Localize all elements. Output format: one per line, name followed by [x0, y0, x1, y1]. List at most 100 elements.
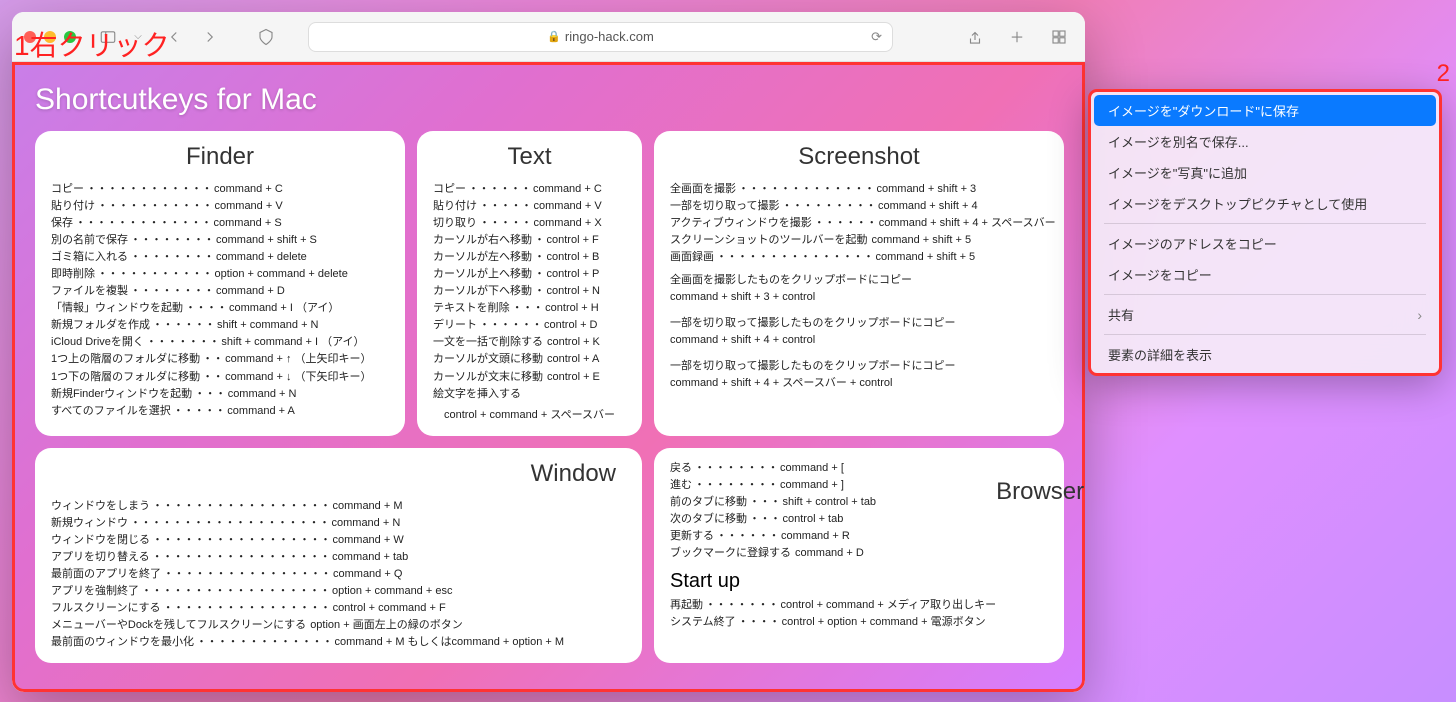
tabs-overview-icon[interactable]	[1045, 23, 1073, 51]
shortcut-row: 貼り付け・・・・・・・・・・・command + V	[51, 198, 389, 215]
shortcut-label: すべてのファイルを選択	[51, 403, 171, 420]
shortcut-row: 新規ウィンドウ・・・・・・・・・・・・・・・・・・・command + N	[51, 515, 626, 532]
menu-item-label: イメージをデスクトップピクチャとして使用	[1108, 194, 1367, 213]
new-tab-icon[interactable]	[1003, 23, 1031, 51]
shortcut-key: command + ↑ （上矢印キー）	[225, 351, 371, 368]
shortcut-key: command + D	[216, 283, 285, 300]
context-menu-item[interactable]: イメージを"ダウンロード"に保存	[1094, 95, 1436, 126]
shortcut-row: 最前面のアプリを終了・・・・・・・・・・・・・・・・command + Q	[51, 566, 626, 583]
menu-divider	[1104, 223, 1426, 224]
shortcut-label: 一部を切り取って撮影	[670, 198, 779, 215]
shortcut-key: command + W	[333, 532, 404, 549]
shortcut-row: 即時削除・・・・・・・・・・・option + command + delete	[51, 266, 389, 283]
shortcut-label: 最前面のウィンドウを最小化	[51, 634, 194, 651]
shortcut-label: 新規フォルダを作成	[51, 317, 150, 334]
shortcut-dots: ・・・・・・・・・・・・・	[736, 181, 877, 198]
page-title: Shortcutkeys for Mac	[35, 83, 1062, 117]
shortcut-dots: ・・・・・・・・・・・・・・・・・	[150, 549, 333, 566]
shortcut-key: shift + control + tab	[783, 494, 877, 511]
text-title: Text	[433, 143, 626, 171]
shortcut-key: shift + command + N	[217, 317, 319, 334]
shortcut-label: 画面録画	[670, 249, 714, 266]
shortcut-row: アプリを強制終了・・・・・・・・・・・・・・・・・・option + comma…	[51, 583, 626, 600]
shortcut-label: システム終了	[670, 614, 736, 631]
shortcut-label: カーソルが右へ移動	[433, 232, 532, 249]
browser-startup-card: 戻る・・・・・・・・command + [進む・・・・・・・・command +…	[654, 448, 1064, 663]
shortcut-key: control + command + メディア取り出しキー	[781, 597, 997, 614]
shortcut-key: control + D	[544, 317, 598, 334]
shortcut-row: カーソルが文末に移動control + E	[433, 369, 626, 386]
shortcut-key: control + P	[547, 266, 600, 283]
shortcut-label: カーソルが左へ移動	[433, 249, 532, 266]
annotation-label-1: 1右クリック	[14, 24, 170, 64]
text-card: Text コピー・・・・・・command + C貼り付け・・・・・comman…	[417, 131, 642, 436]
shortcut-row: システム終了・・・・control + option + command + 電…	[670, 614, 996, 631]
shortcut-row: カーソルが上へ移動・control + P	[433, 266, 626, 283]
shortcut-dots: ・・・・・・・・・・・・・・・・・・	[139, 583, 332, 600]
shortcut-row: 再起動・・・・・・・control + command + メディア取り出しキー	[670, 597, 996, 614]
shortcut-key: command + shift + 4 + スペースバー	[879, 215, 1056, 232]
shortcut-label: アプリを切り替える	[51, 549, 150, 566]
menu-item-label: 要素の詳細を表示	[1108, 345, 1212, 364]
shortcut-key: command + shift + 4	[878, 198, 978, 215]
shortcut-row: カーソルが文頭に移動control + A	[433, 351, 626, 368]
shortcut-label: 「情報」ウィンドウを起動	[51, 300, 183, 317]
shortcut-label: 新規ウィンドウ	[51, 515, 128, 532]
shortcut-key: option + command + esc	[332, 583, 452, 600]
context-menu-item[interactable]: 要素の詳細を表示	[1094, 339, 1436, 370]
shortcut-row: 1つ上の階層のフォルダに移動・・command + ↑ （上矢印キー）	[51, 351, 389, 368]
shortcut-row: カーソルが左へ移動・control + B	[433, 249, 626, 266]
shortcut-key: command + V	[215, 198, 283, 215]
safari-window: ⌵ 🔒 ringo-hack.com ⟳ Shortcu	[12, 12, 1085, 692]
shortcut-row: iCloud Driveを開く・・・・・・・shift + command + …	[51, 334, 389, 351]
menu-item-label: イメージを"写真"に追加	[1108, 163, 1247, 182]
shortcut-dots: ・・・・・・・・	[692, 477, 780, 494]
shortcut-label: iCloud Driveを開く	[51, 334, 144, 351]
context-menu-item[interactable]: イメージを別名で保存...	[1094, 126, 1436, 157]
shortcut-dots: ・・・・・・・・・・・・・・・・	[161, 566, 333, 583]
forward-button[interactable]	[196, 23, 224, 51]
shortcut-dots: ・・	[200, 351, 225, 368]
shortcut-dots: ・・・・・・・・	[128, 232, 216, 249]
shortcut-dots: ・・・・・・・・・・・・・	[194, 634, 335, 651]
shortcut-dots: ・・・・	[736, 614, 782, 631]
context-menu-item[interactable]: イメージのアドレスをコピー	[1094, 228, 1436, 259]
context-menu-item[interactable]: 共有›	[1094, 299, 1436, 330]
shortcut-label: メニューバーやDockを残してフルスクリーンにする	[51, 617, 306, 634]
shortcut-row: メニューバーやDockを残してフルスクリーンにするoption + 画面左上の緑…	[51, 617, 626, 634]
url-host: ringo-hack.com	[565, 29, 654, 44]
screenshot-note: 一部を切り取って撮影したものをクリップボードにコピー	[670, 358, 1048, 375]
finder-title: Finder	[51, 143, 389, 171]
shortcut-label: 1つ下の階層のフォルダに移動	[51, 369, 200, 386]
shortcut-label: 戻る	[670, 460, 692, 477]
reload-icon[interactable]: ⟳	[871, 29, 882, 45]
shield-icon[interactable]	[252, 23, 280, 51]
shortcut-row: フルスクリーンにする・・・・・・・・・・・・・・・・control + comm…	[51, 600, 626, 617]
shortcut-label: ゴミ箱に入れる	[51, 249, 128, 266]
shortcut-key: command + N	[332, 515, 401, 532]
shortcut-key: command + X	[534, 215, 602, 232]
shortcut-key: control + E	[547, 369, 600, 386]
context-menu-item[interactable]: イメージをデスクトップピクチャとして使用	[1094, 188, 1436, 219]
shortcut-dots: ・	[532, 232, 547, 249]
shortcut-key: option + command + delete	[215, 266, 348, 283]
startup-title: Start up	[670, 570, 996, 593]
shortcut-dots: ・・・・・・・・・・・・・・・・	[161, 600, 333, 617]
shortcut-key: command + shift + S	[216, 232, 317, 249]
shortcut-label: ウィンドウをしまう	[51, 498, 150, 515]
shortcut-key: control + N	[547, 283, 601, 300]
shortcut-key: command + A	[227, 403, 295, 420]
shortcut-row: 一部を切り取って撮影・・・・・・・・・command + shift + 4	[670, 198, 1048, 215]
shortcut-dots	[521, 386, 525, 403]
shortcut-label: 貼り付け	[433, 198, 477, 215]
shortcut-label: 一文を一括で削除する	[433, 334, 543, 351]
share-icon[interactable]	[961, 23, 989, 51]
screenshot-card: Screenshot 全画面を撮影・・・・・・・・・・・・・command + …	[654, 131, 1064, 436]
shortcut-row: 絵文字を挿入する	[433, 386, 626, 403]
shortcut-row: ゴミ箱に入れる・・・・・・・・command + delete	[51, 249, 389, 266]
context-menu-item[interactable]: イメージをコピー	[1094, 259, 1436, 290]
shortcut-key: command + C	[533, 181, 602, 198]
address-bar[interactable]: 🔒 ringo-hack.com ⟳	[308, 22, 893, 52]
shortcut-row: ブックマークに登録するcommand + D	[670, 545, 996, 562]
context-menu-item[interactable]: イメージを"写真"に追加	[1094, 157, 1436, 188]
